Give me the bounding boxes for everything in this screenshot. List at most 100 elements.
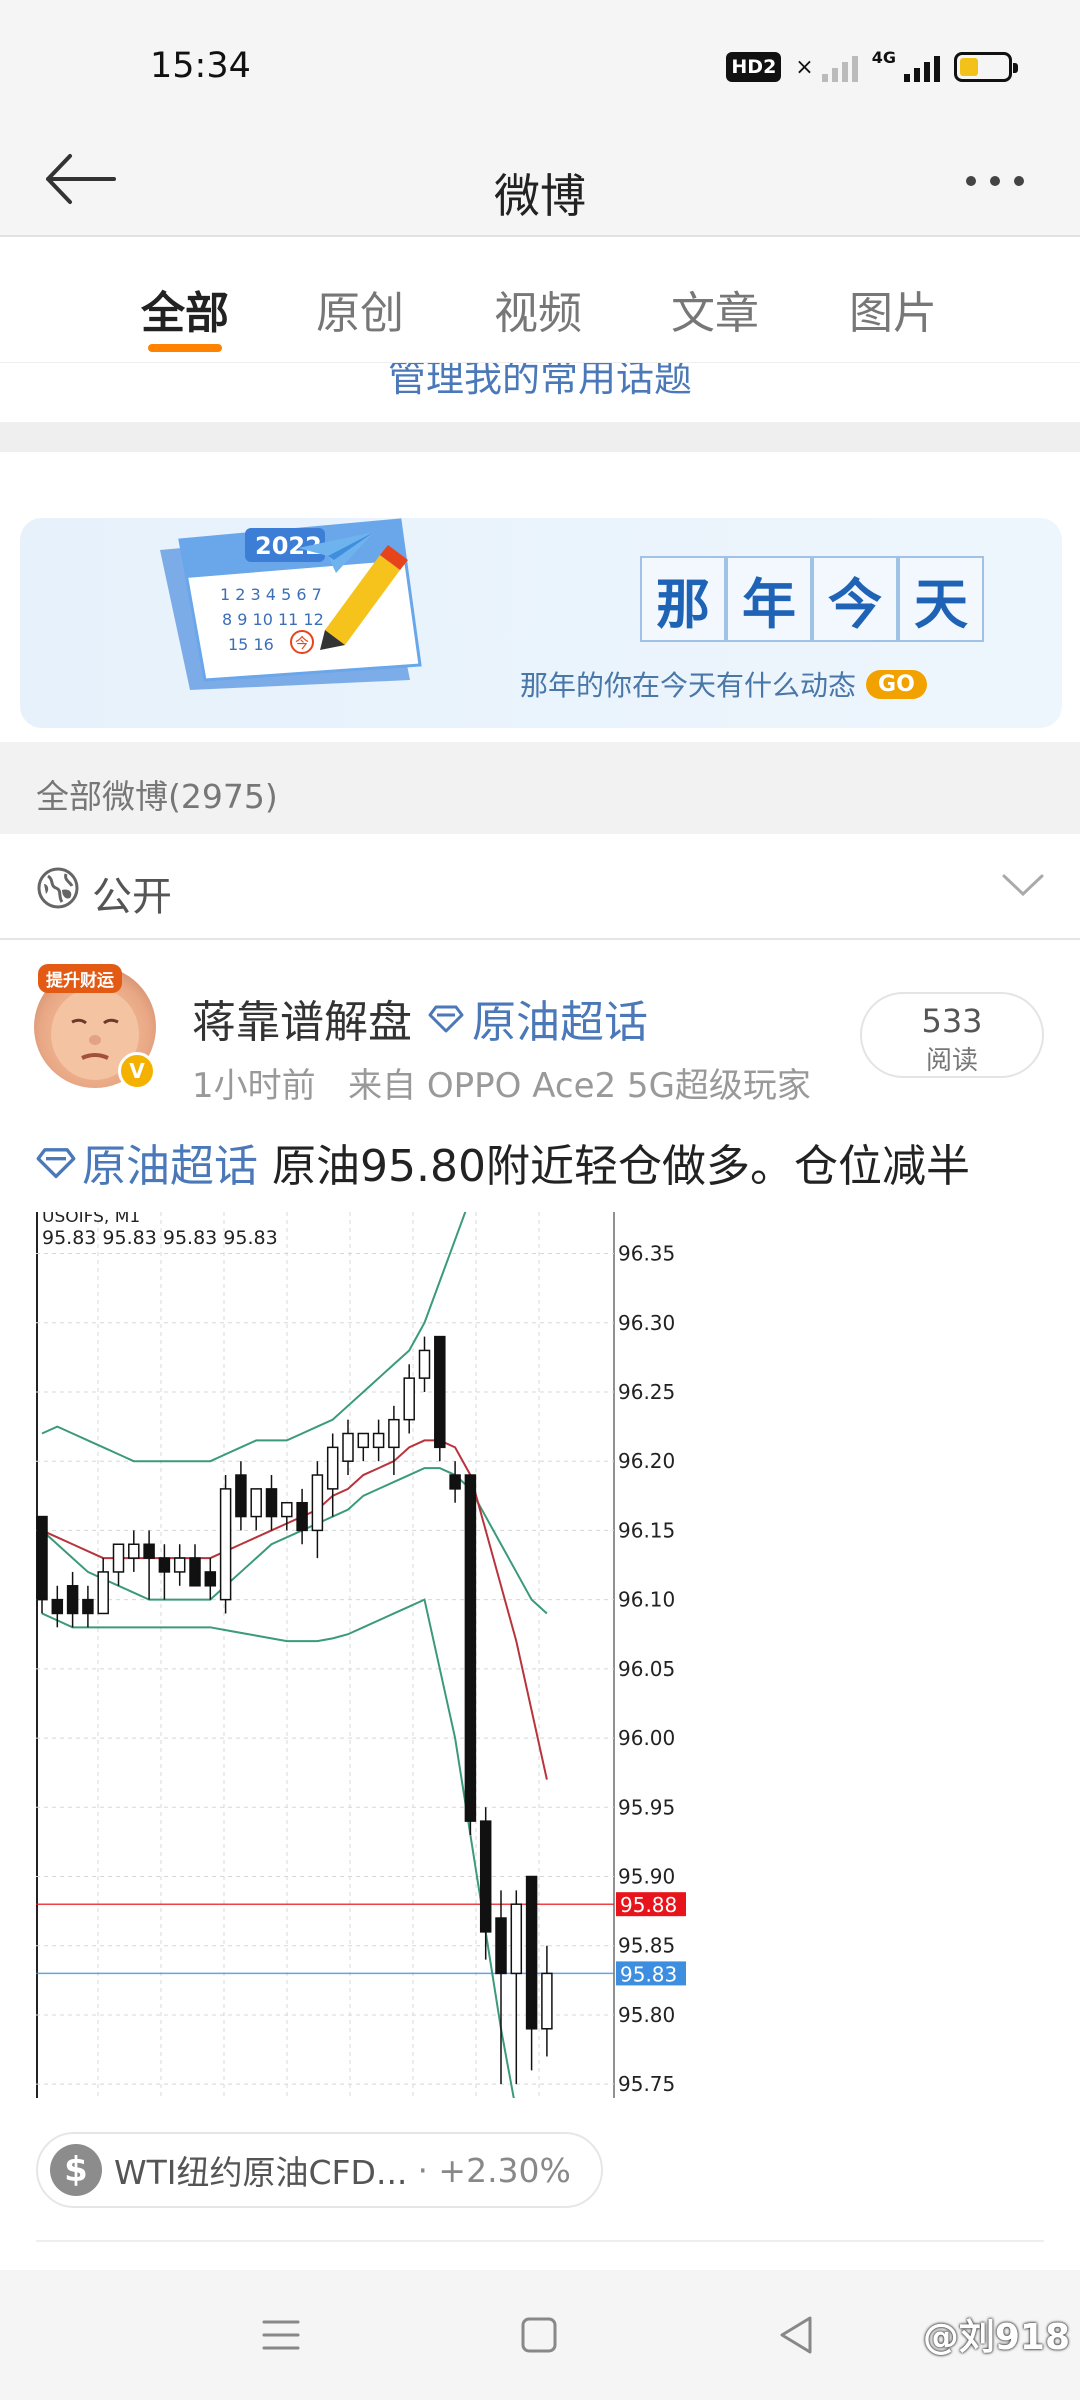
y-tick-label: 96.30 — [618, 1311, 675, 1335]
section-divider — [0, 422, 1080, 452]
title-char: 今 — [812, 556, 898, 642]
candle-body — [128, 1543, 140, 1559]
weibo-count-label: 全部微博(2975) — [36, 777, 278, 816]
candlestick-chart: 96.35 96.30 96.25 96.20 96.15 96.10 96.05 96.00… — [36, 1212, 686, 2098]
candle-body — [158, 1557, 171, 1573]
stock-name: WTI纽约原油CFD... — [114, 2153, 408, 2192]
visibility-filter[interactable]: 公开 — [0, 834, 1080, 940]
system-nav-bar: @刘918 — [0, 2270, 1080, 2400]
stock-tag[interactable]: $ WTI纽约原油CFD... · +2.30% — [36, 2132, 603, 2208]
tab-article[interactable]: 文章 — [655, 277, 775, 341]
candle-body — [326, 1446, 339, 1490]
page-title: 微博 — [494, 169, 586, 223]
candle-body — [36, 1515, 48, 1601]
chevron-down-icon — [1002, 874, 1044, 897]
signal-sim2-icon — [904, 52, 940, 82]
on-this-day-title: 那 年 今 天 — [640, 556, 984, 642]
candle-body — [173, 1557, 186, 1573]
on-this-day-banner[interactable]: 2022 1 2 3 4 5 6 7 8 9 10 11 12 15 16 今 … — [20, 518, 1062, 728]
status-time: 15:34 — [150, 46, 251, 86]
status-icons: HD2 × 4G — [726, 48, 1018, 86]
candle-body — [434, 1335, 446, 1449]
home-square-icon[interactable] — [512, 2308, 566, 2362]
candle-body — [510, 1903, 523, 1975]
tab-original[interactable]: 原创 — [300, 277, 420, 341]
candle-body — [250, 1488, 262, 1518]
banner-subtitle: 那年的你在今天有什么动态 GO — [520, 664, 927, 704]
candle-body — [525, 1875, 538, 2030]
y-tick-label: 95.95 — [618, 1795, 675, 1819]
weibo-count-bar: 全部微博(2975) — [0, 742, 1080, 834]
manage-topics-link[interactable]: 管理我的常用话题 — [0, 362, 1080, 422]
banner-subtitle-text: 那年的你在今天有什么动态 — [520, 669, 857, 702]
battery-level — [960, 58, 979, 76]
candle-body — [342, 1432, 354, 1462]
chart-symbol: USOIFS, M1 — [42, 1212, 140, 1227]
more-dot-icon — [1014, 176, 1024, 186]
more-dot-icon — [966, 176, 976, 186]
candle-body — [357, 1432, 370, 1449]
candle-body — [388, 1418, 400, 1449]
candle-body — [112, 1543, 125, 1573]
candle-body — [189, 1557, 201, 1587]
hd-voice-icon: HD2 — [726, 52, 782, 82]
candle-body — [66, 1585, 79, 1615]
go-button[interactable]: GO — [866, 669, 927, 699]
tab-video[interactable]: 视频 — [478, 277, 598, 341]
post-meta: 1小时前 来自 OPPO Ace2 5G超级玩家 — [192, 1058, 811, 1107]
globe-icon — [37, 867, 79, 909]
candle-body — [418, 1349, 431, 1379]
paper-plane-icon — [298, 532, 374, 573]
diamond-icon — [36, 1148, 76, 1179]
y-tick-label: 96.00 — [618, 1726, 675, 1750]
y-tick-label: 95.85 — [618, 1934, 675, 1958]
manage-topics-label: 管理我的常用话题 — [387, 362, 692, 400]
price-line-label: 95.88 — [620, 1893, 677, 1917]
back-triangle-icon[interactable] — [770, 2308, 824, 2362]
y-tick-label: 95.80 — [618, 2003, 675, 2027]
candle-body — [479, 1820, 492, 1933]
read-count: 533 — [921, 1002, 983, 1040]
candle-body — [235, 1474, 247, 1518]
post-source: 来自 OPPO Ace2 5G超级玩家 — [348, 1066, 811, 1106]
post-topic-label: 原油超话 — [82, 1141, 258, 1192]
chart-ohlc-readout: 95.83 95.83 95.83 95.83 — [42, 1227, 278, 1249]
read-count-pill: 533 阅读 — [860, 992, 1044, 1078]
candle-body — [296, 1501, 308, 1532]
y-tick-label: 96.15 — [618, 1518, 675, 1542]
nav-bar: 微博 — [0, 130, 1080, 237]
title-char: 天 — [898, 556, 984, 642]
svg-text:8 9 10 11 12: 8 9 10 11 12 — [222, 610, 324, 629]
signal-sim1-icon — [821, 52, 858, 82]
candle-body — [97, 1571, 109, 1615]
y-tick-label: 96.20 — [618, 1449, 675, 1473]
candle-body — [82, 1598, 94, 1615]
post-text[interactable]: 原油超话 原油95.80附近轻仓做多。仓位减半 — [36, 1130, 970, 1194]
candle-body — [204, 1571, 217, 1587]
post-image-chart[interactable]: 96.35 96.30 96.25 96.20 96.15 96.10 96.05 96.00… — [36, 1212, 692, 2098]
candle-body — [51, 1598, 64, 1615]
stock-change: · +2.30% — [417, 2150, 571, 2190]
verified-badge-icon: V — [118, 1052, 156, 1090]
y-tick-label: 96.35 — [618, 1242, 675, 1266]
watermark-text: @刘918 — [922, 2317, 1070, 2358]
candle-body — [495, 1917, 507, 1975]
post-time: 1小时前 — [192, 1066, 316, 1106]
tab-picture[interactable]: 图片 — [833, 277, 953, 341]
candle-body — [403, 1377, 415, 1421]
author-name[interactable]: 蒋靠谱解盘 — [192, 986, 412, 1050]
svg-text:15 16: 15 16 — [228, 635, 274, 654]
menu-icon[interactable] — [254, 2308, 308, 2362]
no-signal-icon: × — [795, 54, 814, 80]
y-tick-label: 95.90 — [618, 1865, 675, 1889]
bollinger-upper-line — [41, 1212, 467, 1463]
more-button[interactable] — [966, 166, 1042, 196]
post-card: 提升财运 V 蒋靠谱解盘 原油超话 1小时前 来自 OPPO Ace2 5G超级… — [0, 940, 1080, 2270]
tab-all[interactable]: 全部 — [125, 277, 245, 341]
super-topic-link[interactable]: 原油超话 — [428, 986, 648, 1050]
filter-tabs: 全部 原创 视频 文章 图片 — [0, 237, 1080, 362]
candle-body — [449, 1474, 461, 1490]
post-topic-link[interactable]: 原油超话 — [36, 1130, 258, 1194]
active-tab-indicator — [148, 344, 222, 352]
candle-body — [265, 1488, 278, 1518]
